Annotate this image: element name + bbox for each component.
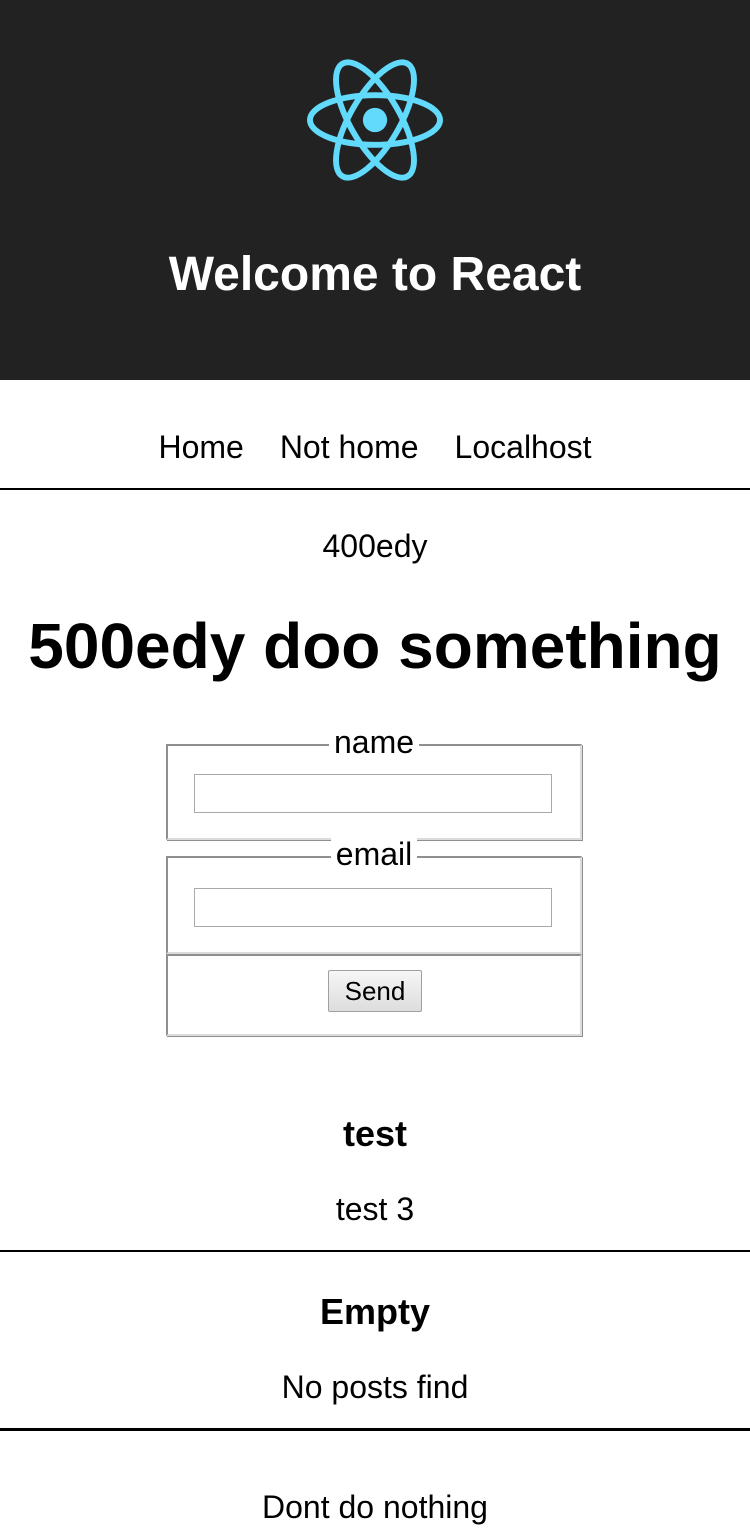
- nav-link-home[interactable]: Home: [158, 429, 243, 465]
- nav-divider: [0, 488, 750, 490]
- section-body-test: test 3: [335, 1191, 415, 1227]
- section-title-empty: Empty: [319, 1291, 431, 1332]
- main-nav: Home Not home Localhost: [0, 425, 750, 469]
- name-input[interactable]: [194, 774, 552, 813]
- react-logo-icon: [307, 59, 443, 181]
- send-fieldset: Send: [166, 954, 582, 1036]
- page-title: Welcome to React: [168, 248, 582, 301]
- email-fieldset: email: [166, 836, 582, 954]
- status-text: 400edy: [322, 528, 428, 564]
- section-title-test: test: [342, 1113, 408, 1154]
- section-divider: [0, 1250, 750, 1252]
- app-header: Welcome to React: [0, 0, 750, 380]
- email-legend: email: [330, 836, 418, 872]
- send-button[interactable]: Send: [328, 970, 422, 1012]
- section-body-empty: No posts find: [281, 1369, 469, 1405]
- footer-text: Dont do nothing: [262, 1489, 488, 1525]
- name-legend: name: [328, 724, 420, 760]
- main-heading: 500edy doo something: [28, 610, 722, 682]
- nav-link-not-home[interactable]: Not home: [280, 429, 419, 465]
- nav-link-localhost[interactable]: Localhost: [455, 429, 592, 465]
- name-fieldset: name: [166, 724, 582, 840]
- section-divider: [0, 1428, 750, 1431]
- email-input[interactable]: [194, 888, 552, 927]
